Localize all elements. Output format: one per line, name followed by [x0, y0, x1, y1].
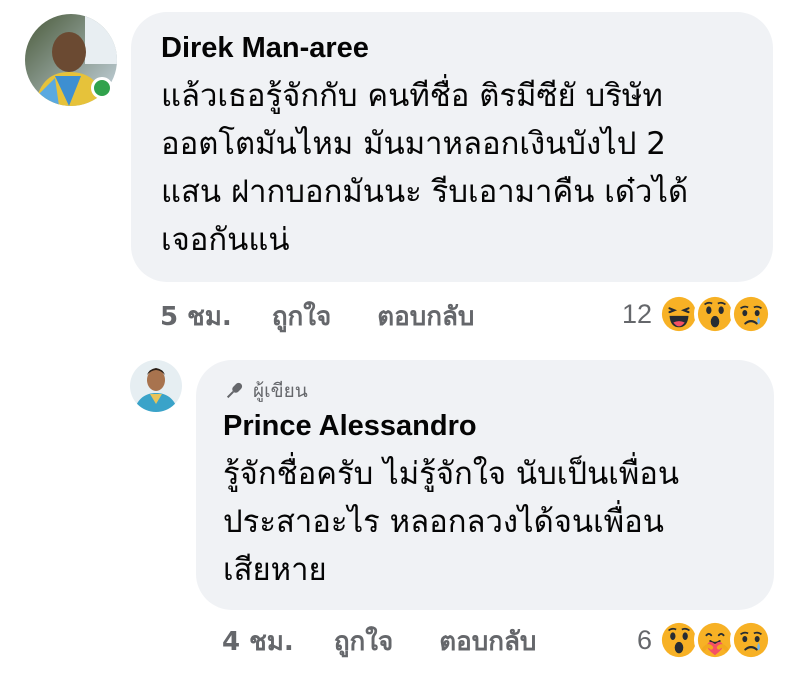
- reaction-count: 6: [636, 624, 652, 655]
- reply-text-line: เสียหาย: [223, 552, 327, 588]
- online-status-indicator: [91, 77, 113, 99]
- reaction-summary[interactable]: 12: [621, 293, 772, 335]
- comment-text-line: แล้วเธอรู้จักกับ คนทีชื่อ ติรมีซียั บริษ…: [161, 78, 663, 114]
- author-badge: ผู้เขียน: [223, 376, 750, 406]
- comment-text-line: แสน ฝากบอกมันนะ รีบเอามาคืน เด๋วได้: [161, 174, 689, 210]
- reply-text-line: ประสาอะไร หลอกลวงได้จนเพื่อน: [223, 504, 664, 540]
- like-button[interactable]: ถูกใจ: [272, 296, 331, 337]
- comment-bubble: Direk Man-aree แล้วเธอรู้จักกับ คนทีชื่อ…: [131, 12, 773, 282]
- reply-text: รู้จักชื่อครับ ไม่รู้จักใจ นับเป็นเพื่อน…: [223, 450, 750, 594]
- sad-icon: [730, 293, 772, 335]
- reaction-icons: [658, 619, 772, 661]
- comment-text: แล้วเธอรู้จักกับ คนทีชื่อ ติรมีซียั บริษ…: [161, 72, 745, 264]
- comment-text-line: เจอกันแน่: [161, 222, 290, 258]
- reaction-count: 12: [621, 298, 652, 329]
- reply-timestamp[interactable]: 4 ชม.: [222, 621, 294, 662]
- author-badge-label: ผู้เขียน: [253, 380, 308, 402]
- avatar-prince[interactable]: [130, 360, 182, 412]
- comment-timestamp[interactable]: 5 ชม.: [160, 296, 232, 337]
- reply-button[interactable]: ตอบกลับ: [439, 621, 536, 662]
- reply-button[interactable]: ตอบกลับ: [377, 296, 474, 337]
- comment-actions: 5 ชม. ถูกใจ ตอบกลับ: [160, 296, 474, 336]
- reply-text-line: รู้จักชื่อครับ ไม่รู้จักใจ นับเป็นเพื่อน: [223, 456, 680, 492]
- like-button[interactable]: ถูกใจ: [334, 621, 393, 662]
- comment-text-line: ออตโตมันไหม มันมาหลอกเงินบังไป 2: [161, 126, 666, 162]
- sad-icon: [730, 619, 772, 661]
- reply-bubble: ผู้เขียน Prince Alessandro รู้จักชื่อครั…: [196, 360, 774, 610]
- reply-author-name[interactable]: Prince Alessandro: [223, 408, 750, 444]
- reply-actions: 4 ชม. ถูกใจ ตอบกลับ: [222, 621, 536, 661]
- microphone-icon: [226, 382, 243, 399]
- reaction-summary[interactable]: 6: [636, 619, 772, 661]
- comment-author-name[interactable]: Direk Man-aree: [161, 30, 745, 66]
- reaction-icons: [658, 293, 772, 335]
- comment-thread: Direk Man-aree แล้วเธอรู้จักกับ คนทีชื่อ…: [0, 0, 800, 684]
